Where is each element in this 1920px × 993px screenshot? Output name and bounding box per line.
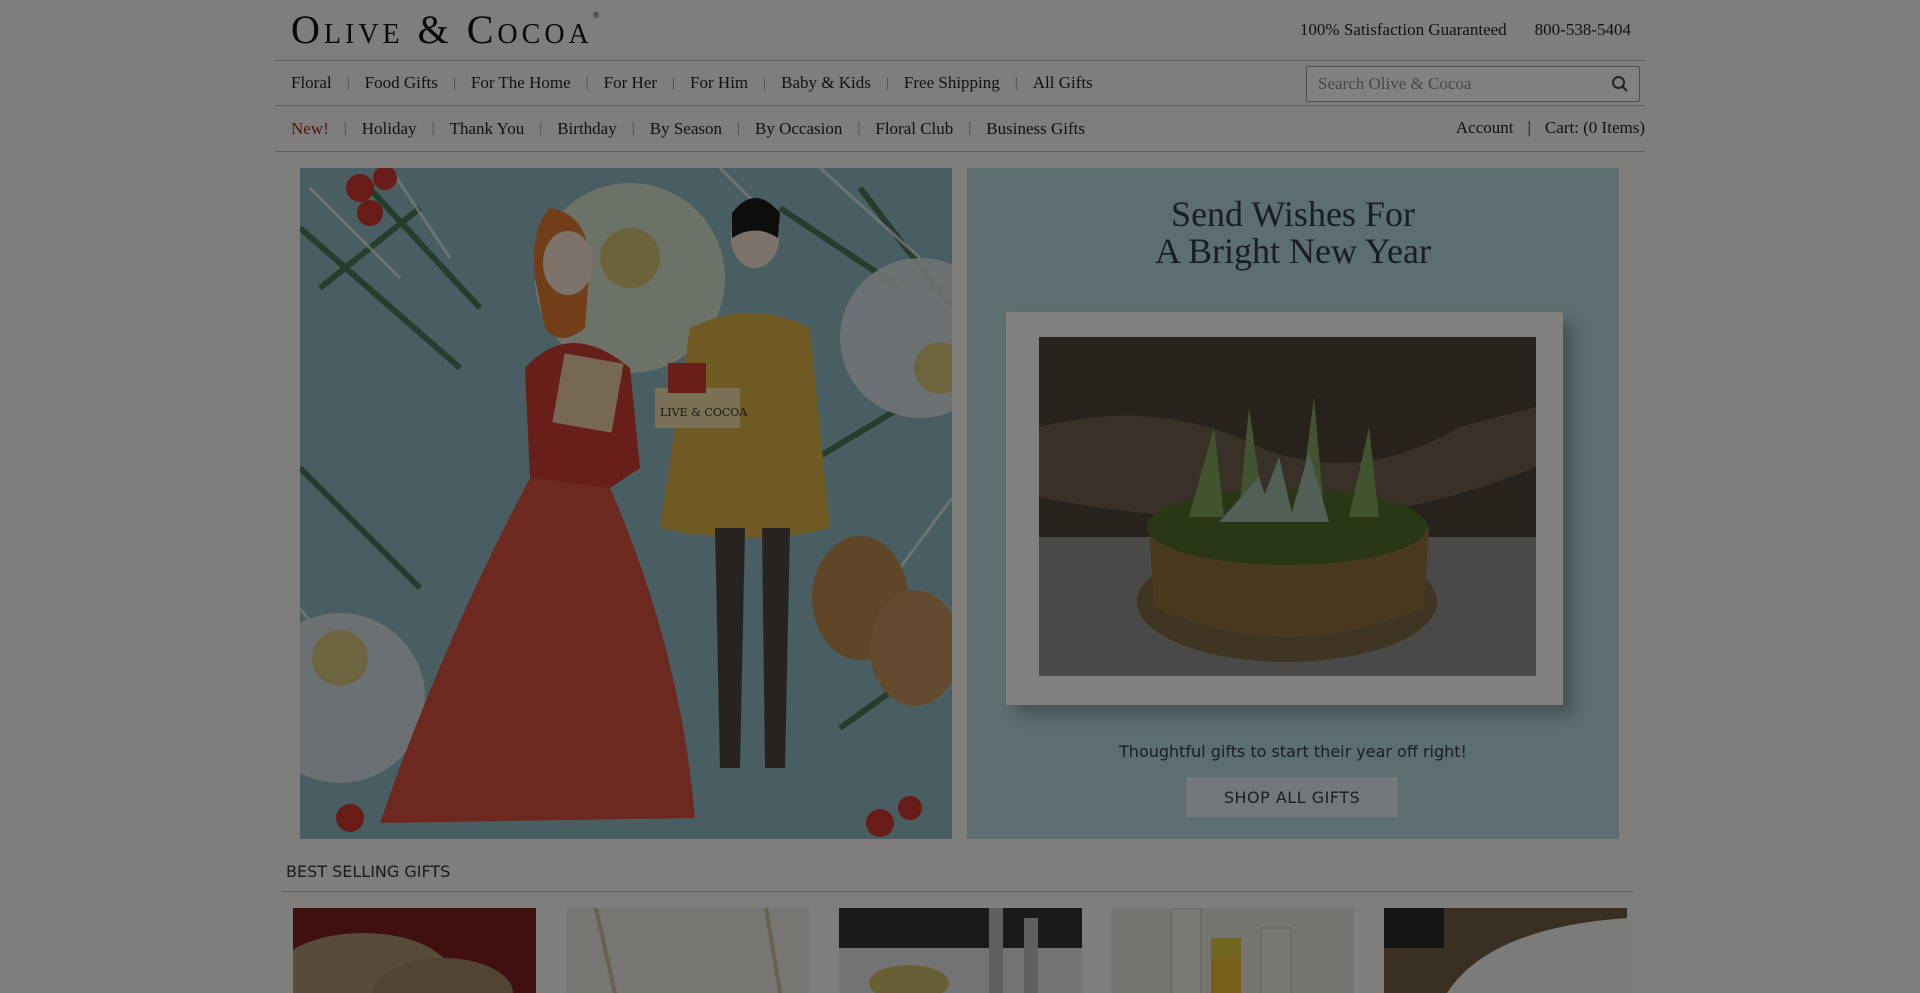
best-selling-divider [282, 891, 1634, 892]
search-input[interactable] [1307, 68, 1597, 100]
nav-item-for-the-home[interactable]: For The Home [471, 73, 571, 93]
succulent-product-image[interactable] [1039, 337, 1536, 676]
holiday-illustration: LIVE & COCOA [300, 168, 952, 839]
nav-item-floral[interactable]: Floral [291, 73, 332, 93]
hero-promo-panel: Send Wishes For A Bright New Year Though… [967, 168, 1619, 839]
site-logo[interactable]: Olive & Cocoa® [291, 6, 600, 53]
primary-nav-list: Floral | Food Gifts | For The Home | For Her | F… [275, 73, 1093, 93]
subnav-item-thank-you[interactable]: Thank You [450, 119, 525, 139]
product-tile[interactable] [839, 908, 1082, 993]
product-photo-frame [1006, 312, 1563, 705]
nav-item-all-gifts[interactable]: All Gifts [1033, 73, 1093, 93]
subnav-item-floral-club[interactable]: Floral Club [875, 119, 953, 139]
top-bar: Olive & Cocoa® 100% Satisfaction Guarant… [275, 0, 1645, 60]
subnav-item-by-season[interactable]: By Season [650, 119, 722, 139]
nav-separator: | [736, 120, 740, 136]
secondary-nav: New! | Holiday | Thank You | Birthday | By Seaso… [275, 106, 1645, 152]
nav-separator: | [885, 74, 889, 91]
illustration-box-text: LIVE & COCOA [660, 406, 748, 419]
search-box [1306, 66, 1640, 102]
nav-separator: | [631, 120, 635, 136]
account-cart: Account | Cart: (0 Items) [1456, 118, 1645, 138]
nav-separator: | [585, 74, 589, 91]
nav-separator: | [343, 120, 347, 136]
search-icon[interactable] [1611, 75, 1629, 93]
nav-item-for-her[interactable]: For Her [604, 73, 657, 93]
product-tile[interactable] [566, 908, 809, 993]
nav-separator: | [539, 120, 543, 136]
nav-separator: | [1014, 74, 1018, 91]
shop-all-gifts-button[interactable]: SHOP ALL GIFTS [1186, 777, 1398, 817]
satisfaction-guarantee: 100% Satisfaction Guaranteed [1299, 20, 1507, 39]
nav-separator: | [968, 120, 972, 136]
product-tile[interactable] [293, 908, 536, 993]
nav-item-baby-kids[interactable]: Baby & Kids [781, 73, 871, 93]
best-selling-heading: BEST SELLING GIFTS [286, 862, 451, 881]
subnav-item-new[interactable]: New! [291, 119, 329, 139]
nav-item-for-him[interactable]: For Him [690, 73, 748, 93]
product-tile[interactable] [1384, 908, 1627, 993]
nav-separator: | [431, 120, 435, 136]
primary-nav: Floral | Food Gifts | For The Home | For Her | F… [275, 60, 1645, 106]
product-tile[interactable] [1111, 908, 1354, 993]
subnav-item-holiday[interactable]: Holiday [362, 119, 417, 139]
hero-title-line2: A Bright New Year [1155, 231, 1431, 271]
hero-illustration[interactable]: LIVE & COCOA [300, 168, 952, 839]
cart-link[interactable]: Cart: (0 Items) [1545, 118, 1645, 138]
nav-separator: | [672, 74, 676, 91]
subnav-item-business-gifts[interactable]: Business Gifts [986, 119, 1085, 139]
subnav-item-by-occasion[interactable]: By Occasion [755, 119, 842, 139]
account-separator: | [1527, 118, 1531, 137]
nav-item-free-shipping[interactable]: Free Shipping [904, 73, 1000, 93]
site-header: Olive & Cocoa® 100% Satisfaction Guarant… [275, 0, 1645, 152]
account-link[interactable]: Account [1456, 118, 1514, 138]
nav-separator: | [346, 74, 350, 91]
nav-separator: | [763, 74, 767, 91]
header-contact: 100% Satisfaction Guaranteed 800-538-540… [1300, 20, 1631, 40]
nav-separator: | [857, 120, 861, 136]
hero-subtitle: Thoughtful gifts to start their year off… [1119, 742, 1467, 761]
hero-title-line1: Send Wishes For [1171, 194, 1415, 234]
nav-item-food-gifts[interactable]: Food Gifts [365, 73, 438, 93]
phone-number[interactable]: 800-538-5404 [1535, 20, 1631, 40]
subnav-item-birthday[interactable]: Birthday [557, 119, 617, 139]
hero-title: Send Wishes For A Bright New Year [967, 196, 1619, 270]
nav-separator: | [452, 74, 456, 91]
secondary-nav-list: New! | Holiday | Thank You | Birthday | By Seaso… [275, 119, 1085, 139]
